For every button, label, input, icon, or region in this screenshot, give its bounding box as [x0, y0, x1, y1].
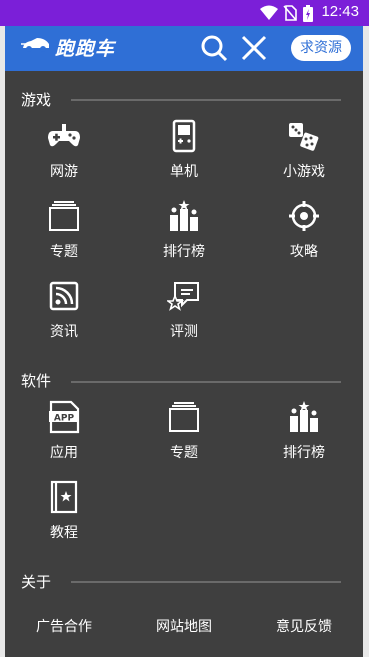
section-divider	[71, 99, 341, 101]
ranking-icon	[287, 400, 321, 434]
ranking-icon	[167, 199, 201, 233]
search-icon[interactable]	[200, 34, 228, 66]
menu-item-news[interactable]: 资讯	[14, 279, 114, 341]
menu-item-software-rankings[interactable]: 排行榜	[254, 400, 354, 462]
menu-item-label: 专题	[50, 244, 78, 260]
review-icon	[165, 279, 201, 313]
menu-item-apps[interactable]: APP 应用	[14, 400, 114, 462]
menu-item-software-topics[interactable]: 专题	[134, 400, 234, 462]
car-logo-icon	[21, 36, 51, 59]
wifi-icon	[260, 5, 278, 25]
menu-item-reviews[interactable]: 评测	[134, 279, 234, 341]
section-divider	[71, 581, 341, 583]
handheld-icon	[167, 119, 201, 153]
menu-item-label: 评测	[170, 324, 198, 340]
menu-item-label: 攻略	[290, 244, 318, 260]
menu-item-label: 网游	[50, 164, 78, 180]
menu-item-label: 教程	[50, 525, 78, 541]
gamepad-icon	[47, 119, 81, 153]
menu-item-label: 小游戏	[283, 164, 325, 180]
menu-item-label: 资讯	[50, 324, 78, 340]
menu-item-single-player[interactable]: 单机	[134, 119, 234, 181]
section-title-about: 关于	[21, 573, 52, 591]
rss-icon	[47, 279, 81, 313]
menu-item-tutorials[interactable]: 教程	[14, 480, 114, 542]
site-logo[interactable]: 跑跑车	[21, 34, 115, 61]
folder-icon	[167, 400, 201, 434]
top-bar: 跑跑车 求资源	[5, 26, 363, 71]
close-icon[interactable]	[240, 34, 268, 66]
book-icon	[47, 480, 81, 514]
section-divider	[71, 381, 341, 383]
link-sitemap[interactable]: 网站地图	[156, 616, 212, 636]
folder-icon	[47, 199, 81, 233]
logo-text: 跑跑车	[55, 38, 116, 60]
battery-icon	[303, 5, 313, 26]
menu-item-label: 排行榜	[283, 445, 325, 461]
menu-panel: 游戏 网游 单机 小游戏 专题 排行榜 攻略 资讯 评测 软件 APP 应用 专…	[5, 71, 363, 657]
request-resource-button[interactable]: 求资源	[291, 35, 351, 61]
no-sim-icon	[283, 5, 297, 25]
section-title-software: 软件	[21, 372, 52, 390]
app-icon: APP	[47, 400, 81, 434]
menu-item-label: 排行榜	[163, 244, 205, 260]
menu-item-rankings[interactable]: 排行榜	[134, 199, 234, 261]
section-title-games: 游戏	[21, 91, 52, 109]
menu-item-topics[interactable]: 专题	[14, 199, 114, 261]
menu-item-label: 应用	[50, 445, 78, 461]
clock: 12:43	[321, 3, 359, 20]
right-gutter	[363, 26, 369, 657]
svg-text:APP: APP	[54, 414, 75, 424]
link-advertising[interactable]: 广告合作	[36, 616, 92, 636]
menu-item-mini-games[interactable]: 小游戏	[254, 119, 354, 181]
menu-item-guides[interactable]: 攻略	[254, 199, 354, 261]
menu-item-label: 专题	[170, 445, 198, 461]
menu-item-label: 单机	[170, 164, 198, 180]
menu-item-online-games[interactable]: 网游	[14, 119, 114, 181]
link-feedback[interactable]: 意见反馈	[276, 616, 332, 636]
dice-icon	[287, 119, 321, 153]
refresh-icon	[287, 199, 321, 233]
status-bar: 12:43	[0, 0, 369, 26]
